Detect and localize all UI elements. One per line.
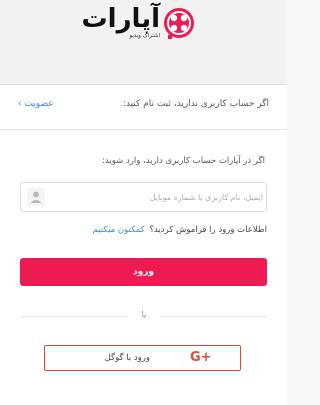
register-prompt: اگر حساب کاربری ندارید، ثبت نام کنید: <box>122 99 269 109</box>
aparat-logo-icon <box>164 8 194 39</box>
google-login-label: ورود با گوگل <box>104 353 150 363</box>
login-button[interactable]: ورود <box>20 258 267 286</box>
user-icon <box>27 188 45 206</box>
forgot-text: اطلاعات ورود را فراموش کردید؟ <box>149 225 267 235</box>
login-panel: اگر در آپارات حساب کاربری دارید، وارد شو… <box>0 130 287 405</box>
divider-label: یا <box>141 310 147 320</box>
username-input[interactable] <box>49 183 267 211</box>
login-prompt: اگر در آپارات حساب کاربری دارید، وارد شو… <box>102 156 265 166</box>
forgot-link[interactable]: کمکتون میکنیم <box>93 225 145 235</box>
logo-wordmark: آپارات <box>81 4 161 34</box>
header: آپارات اشتراک ویدیو <box>0 0 287 85</box>
logo[interactable]: آپارات اشتراک ویدیو <box>78 2 208 46</box>
register-row: اگر حساب کاربری ندارید، ثبت نام کنید: عض… <box>0 85 287 130</box>
register-link[interactable]: عضویت › <box>18 99 54 109</box>
divider-line-left <box>20 316 128 317</box>
forgot-row: اطلاعات ورود را فراموش کردید؟ کمکتون میک… <box>93 225 267 235</box>
google-login-button[interactable]: G+ ورود با گوگل <box>44 345 241 371</box>
logo-tagline: اشتراک ویدیو <box>129 33 160 39</box>
google-plus-icon: G+ <box>190 350 212 365</box>
username-field-wrapper <box>20 182 267 212</box>
divider-line-right <box>160 316 267 317</box>
